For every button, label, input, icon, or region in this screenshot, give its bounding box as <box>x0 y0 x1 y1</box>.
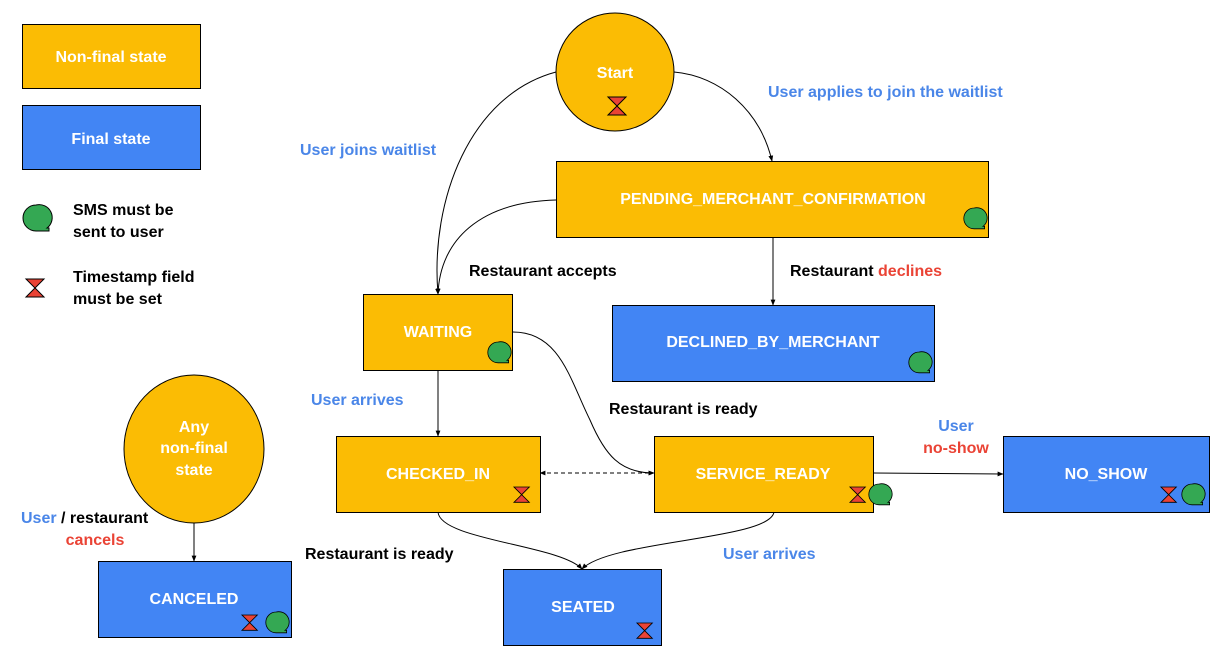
legend-timestamp-label-2: must be set <box>73 291 163 308</box>
legend-sms-label-2: sent to user <box>73 224 164 241</box>
edge-start-to-waiting <box>435 71 557 295</box>
node-no-show[interactable]: NO_SHOW <box>1003 436 1210 513</box>
node-no-show-label: NO_SHOW <box>1065 466 1149 483</box>
any-state-label-3: state <box>175 462 212 479</box>
node-pending-merchant-confirmation[interactable]: PENDING_MERCHANT_CONFIRMATION <box>556 161 989 238</box>
sms-icon <box>963 207 988 230</box>
node-waiting[interactable]: WAITING <box>363 294 513 371</box>
sms-icon <box>265 611 290 634</box>
sms-icon <box>908 351 933 374</box>
legend: Non-final state Final state SMS must be … <box>22 24 201 308</box>
node-service-ready[interactable]: SERVICE_READY <box>654 436 893 513</box>
edge-label-user-joins-waitlist: User joins waitlist <box>300 142 437 159</box>
timestamp-icon <box>25 278 45 298</box>
edge-label-restaurant-is-ready-1: Restaurant is ready <box>609 401 758 418</box>
edge-label-cancels: cancels <box>66 532 125 549</box>
state-diagram: Non-final state Final state SMS must be … <box>21 12 1210 646</box>
node-pending-label: PENDING_MERCHANT_CONFIRMATION <box>620 191 925 208</box>
node-seated[interactable]: SEATED <box>503 569 662 646</box>
sms-icon <box>868 483 893 506</box>
declines-word: declines <box>878 263 942 280</box>
sms-icon <box>1181 483 1206 506</box>
legend-final-label: Final state <box>71 131 150 148</box>
node-checked-in[interactable]: CHECKED_IN <box>336 436 541 513</box>
sms-icon <box>22 204 53 232</box>
node-service-ready-label: SERVICE_READY <box>696 466 831 483</box>
node-declined-by-merchant[interactable]: DECLINED_BY_MERCHANT <box>612 305 935 382</box>
node-start[interactable]: Start <box>555 12 675 132</box>
edge-label-restaurant-accepts: Restaurant accepts <box>469 263 617 280</box>
restaurant-word: / restaurant <box>61 510 149 527</box>
legend-timestamp-label-1: Timestamp field <box>73 269 195 286</box>
edge-label-user-applies: User applies to join the waitlist <box>768 84 1003 101</box>
edge-label-user-arrives-waiting: User arrives <box>311 392 404 409</box>
any-state-label-2: non-final <box>160 440 228 457</box>
legend-sms-label-1: SMS must be <box>73 202 174 219</box>
legend-non-final-label: Non-final state <box>55 49 166 66</box>
edge-service-ready-to-no-show <box>872 471 1004 477</box>
edge-checked-in-to-seated <box>437 511 583 570</box>
node-canceled-label: CANCELED <box>150 591 239 608</box>
node-any-non-final-state[interactable]: Any non-final state <box>123 374 265 524</box>
sms-icon <box>487 341 512 364</box>
user-word: User <box>21 510 57 527</box>
node-checked-in-label: CHECKED_IN <box>386 466 490 483</box>
node-declined-label: DECLINED_BY_MERCHANT <box>666 334 880 351</box>
edge-label-restaurant-is-ready-2: Restaurant is ready <box>305 546 454 563</box>
edge-start-to-pending <box>673 71 774 162</box>
any-state-label-1: Any <box>179 419 209 436</box>
node-canceled[interactable]: CANCELED <box>98 561 292 638</box>
edge-label-user-restaurant-cancels: User / restaurant <box>21 510 149 527</box>
restaurant-word: Restaurant <box>790 263 874 280</box>
node-seated-label: SEATED <box>551 599 615 616</box>
node-start-label: Start <box>597 65 634 82</box>
node-waiting-label: WAITING <box>404 324 472 341</box>
edge-label-no-show: no-show <box>923 440 989 457</box>
edge-label-restaurant-declines: Restaurant declines <box>790 263 942 280</box>
edge-label-user: User <box>938 418 974 435</box>
edge-label-user-arrives-service: User arrives <box>723 546 816 563</box>
